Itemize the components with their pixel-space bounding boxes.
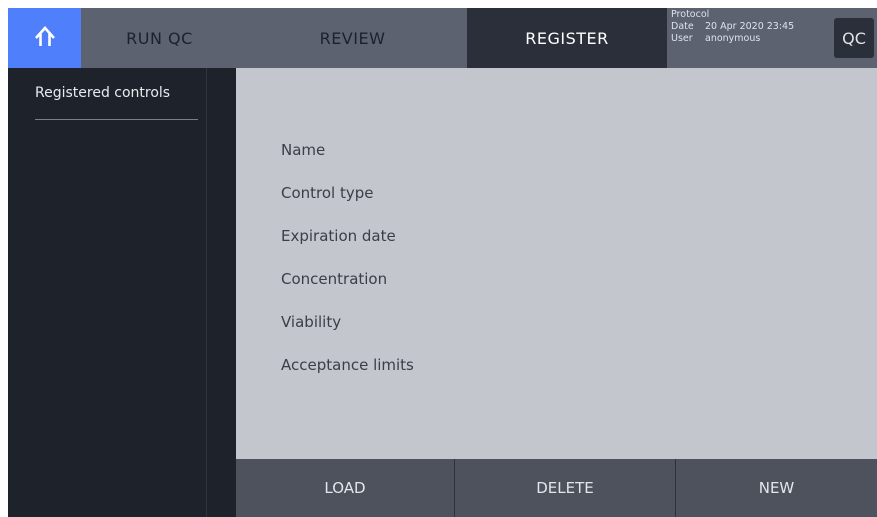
qc-button[interactable]: QC	[834, 18, 874, 58]
sidebar-title: Registered controls	[35, 85, 171, 101]
field-expiration-date-label: Expiration date	[281, 227, 396, 245]
top-bar: RUN QC REVIEW REGISTER Protocol Date 20 …	[8, 8, 877, 68]
tab-register[interactable]: REGISTER	[467, 8, 667, 68]
load-button[interactable]: LOAD	[236, 459, 455, 517]
register-form-panel: Name Control type Expiration date Concen…	[236, 68, 877, 459]
sidebar-gutter	[207, 68, 236, 517]
field-viability-label: Viability	[281, 313, 342, 331]
date-label: Date	[671, 21, 694, 32]
field-concentration-label: Concentration	[281, 270, 388, 288]
field-name-label: Name	[281, 141, 326, 159]
delete-button[interactable]: DELETE	[455, 459, 676, 517]
app-window: RUN QC REVIEW REGISTER Protocol Date 20 …	[8, 8, 877, 517]
action-bar: LOAD DELETE NEW	[236, 459, 877, 517]
tab-run-qc[interactable]: RUN QC	[81, 8, 238, 68]
field-control-type-label: Control type	[281, 184, 374, 202]
new-button[interactable]: NEW	[676, 459, 877, 517]
sidebar: Registered controls	[8, 68, 207, 517]
protocol-label: Protocol	[671, 9, 710, 20]
session-info: Protocol Date 20 Apr 2020 23:45 User ano…	[667, 8, 829, 68]
sidebar-divider	[35, 119, 198, 120]
user-label: User	[671, 33, 693, 44]
home-button[interactable]	[8, 8, 81, 68]
field-acceptance-limits-label: Acceptance limits	[281, 356, 414, 374]
user-value: anonymous	[705, 33, 761, 44]
home-icon	[33, 25, 57, 51]
tab-review[interactable]: REVIEW	[238, 8, 467, 68]
date-value: 20 Apr 2020 23:45	[705, 21, 795, 32]
